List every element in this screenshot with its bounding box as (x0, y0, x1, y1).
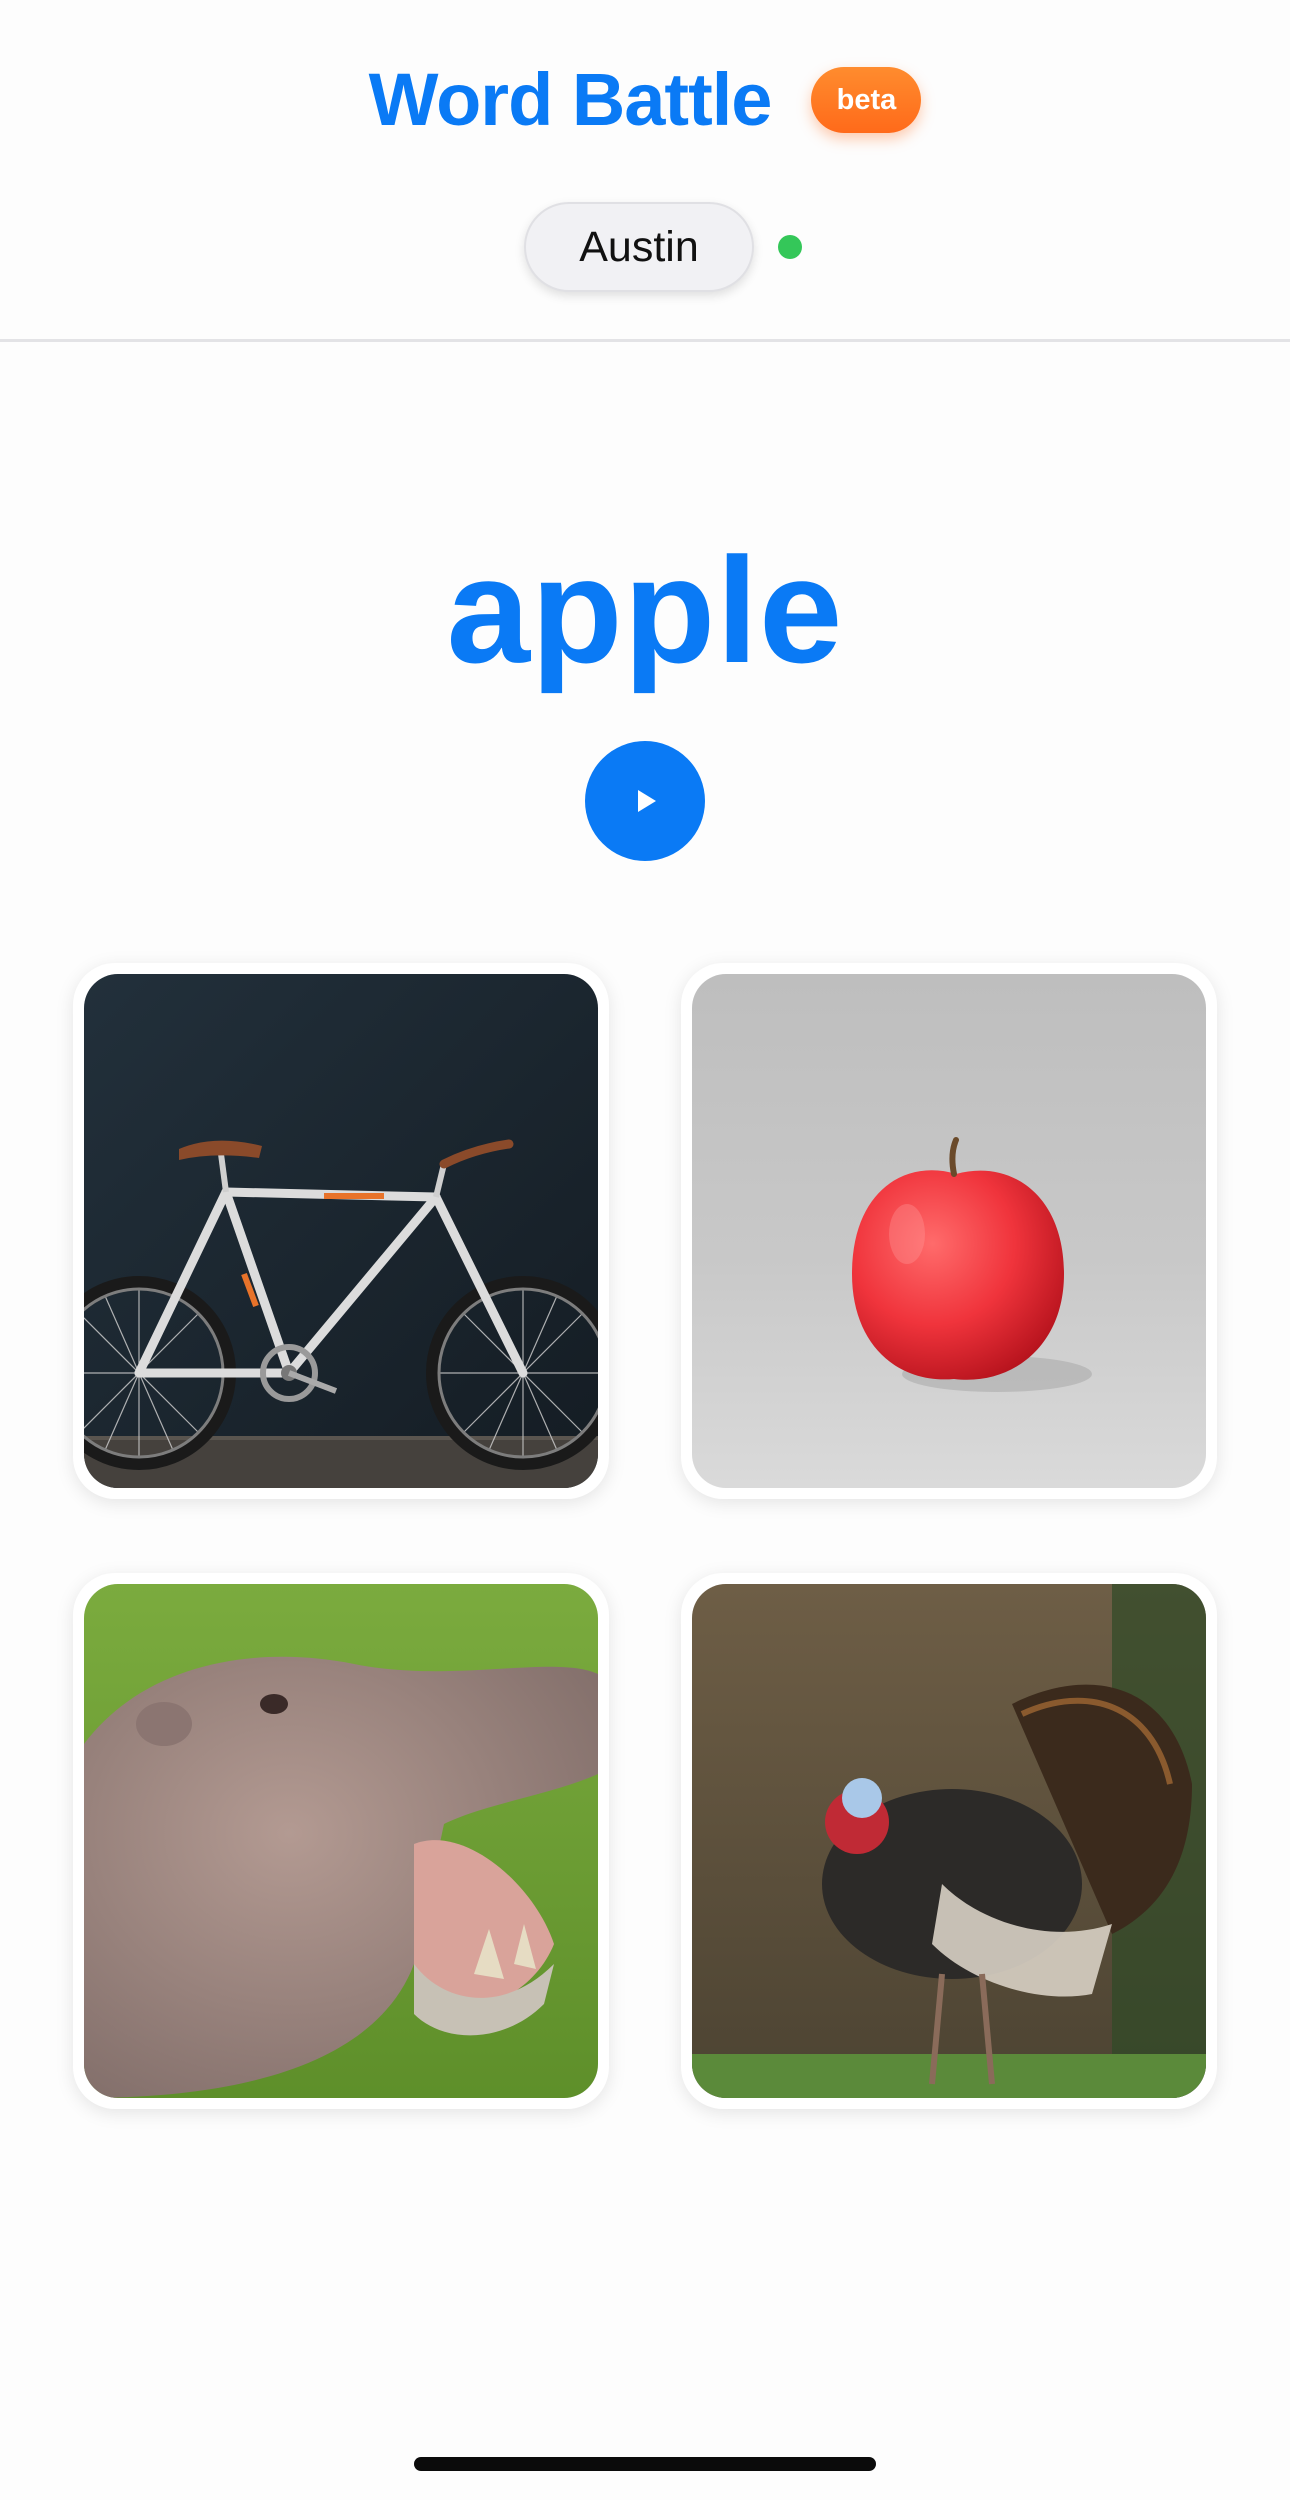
bicycle-image (84, 974, 598, 1488)
beta-badge: beta (811, 67, 922, 133)
title-row: Word Battle beta (0, 55, 1290, 145)
home-indicator[interactable] (414, 2457, 876, 2471)
turkey-image (692, 1584, 1206, 2098)
choice-card-bicycle[interactable] (73, 963, 609, 1499)
app-header: Word Battle beta Austin (0, 0, 1290, 342)
user-row: Austin (0, 202, 1290, 292)
app-title: Word Battle (368, 58, 773, 141)
hippo-image (84, 1584, 598, 2098)
online-status-dot (778, 235, 802, 259)
apple-image (692, 974, 1206, 1488)
target-word: apple (446, 526, 844, 694)
choice-card-apple[interactable] (681, 963, 1217, 1499)
choice-card-turkey[interactable] (681, 1573, 1217, 2109)
play-icon (638, 790, 656, 812)
user-name-button[interactable]: Austin (524, 202, 754, 292)
play-audio-button[interactable] (585, 741, 705, 861)
choice-card-hippo[interactable] (73, 1573, 609, 2109)
